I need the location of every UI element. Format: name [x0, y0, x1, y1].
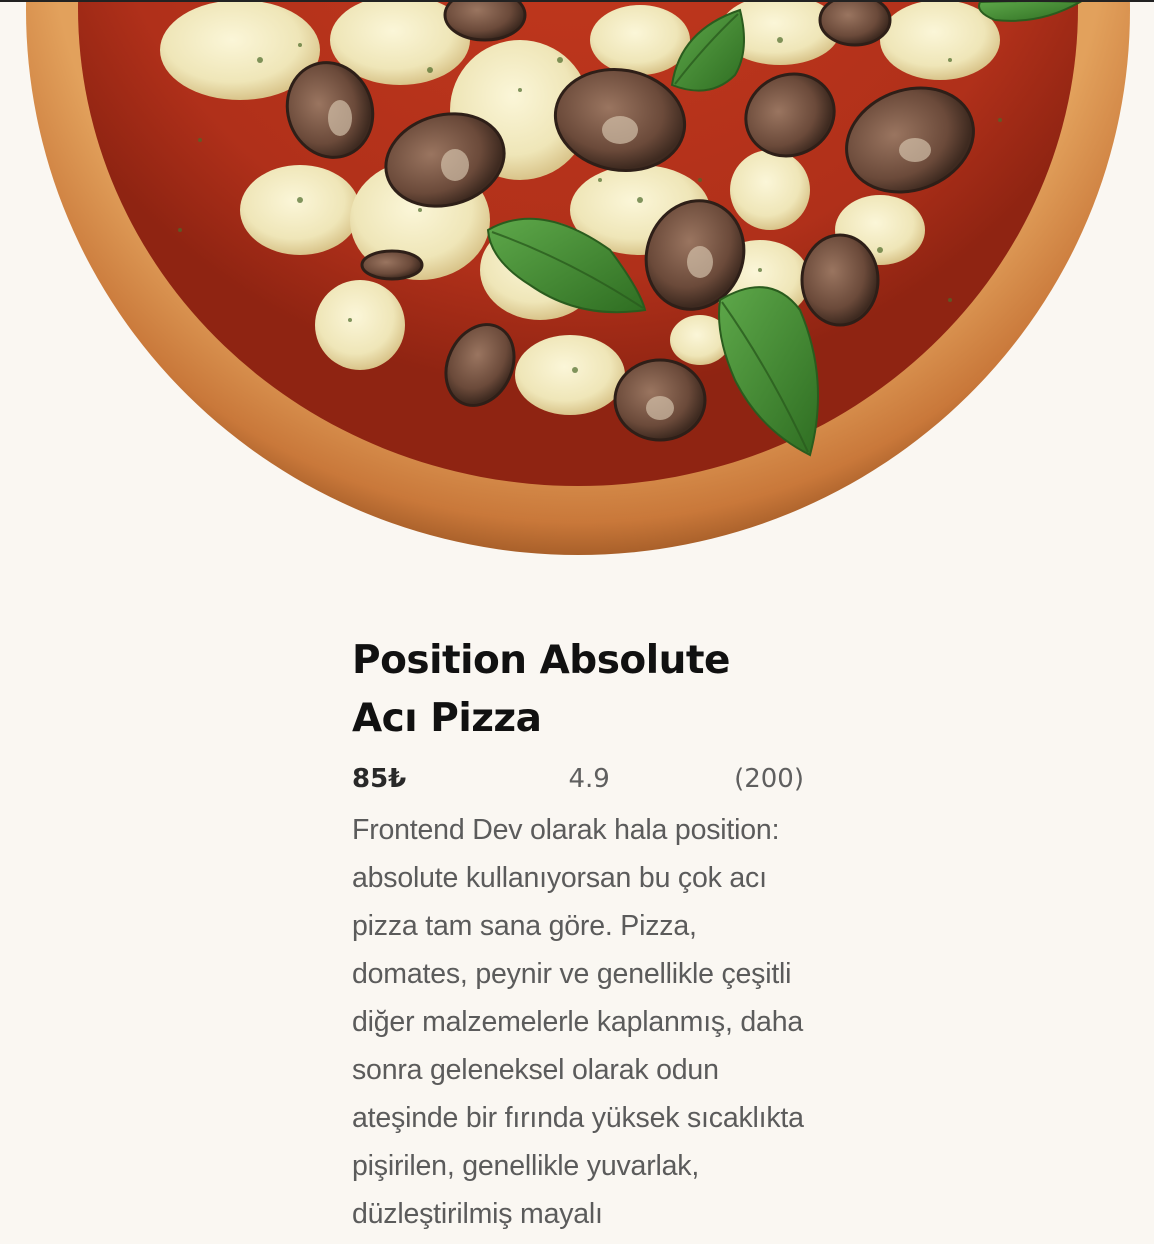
product-rating: 4.9 [568, 764, 610, 794]
product-price: 85₺ [352, 764, 407, 794]
pizza-image [0, 0, 1154, 570]
review-count: (200) [734, 764, 804, 794]
product-meta-row: 85₺ 4.9 (200) [352, 762, 804, 796]
product-card: Position Absolute Acı Pizza 85₺ 4.9 (200… [352, 632, 804, 1238]
top-border [0, 0, 1154, 2]
product-title: Position Absolute Acı Pizza [352, 638, 730, 741]
product-description: Frontend Dev olarak hala position: absol… [352, 814, 804, 1230]
